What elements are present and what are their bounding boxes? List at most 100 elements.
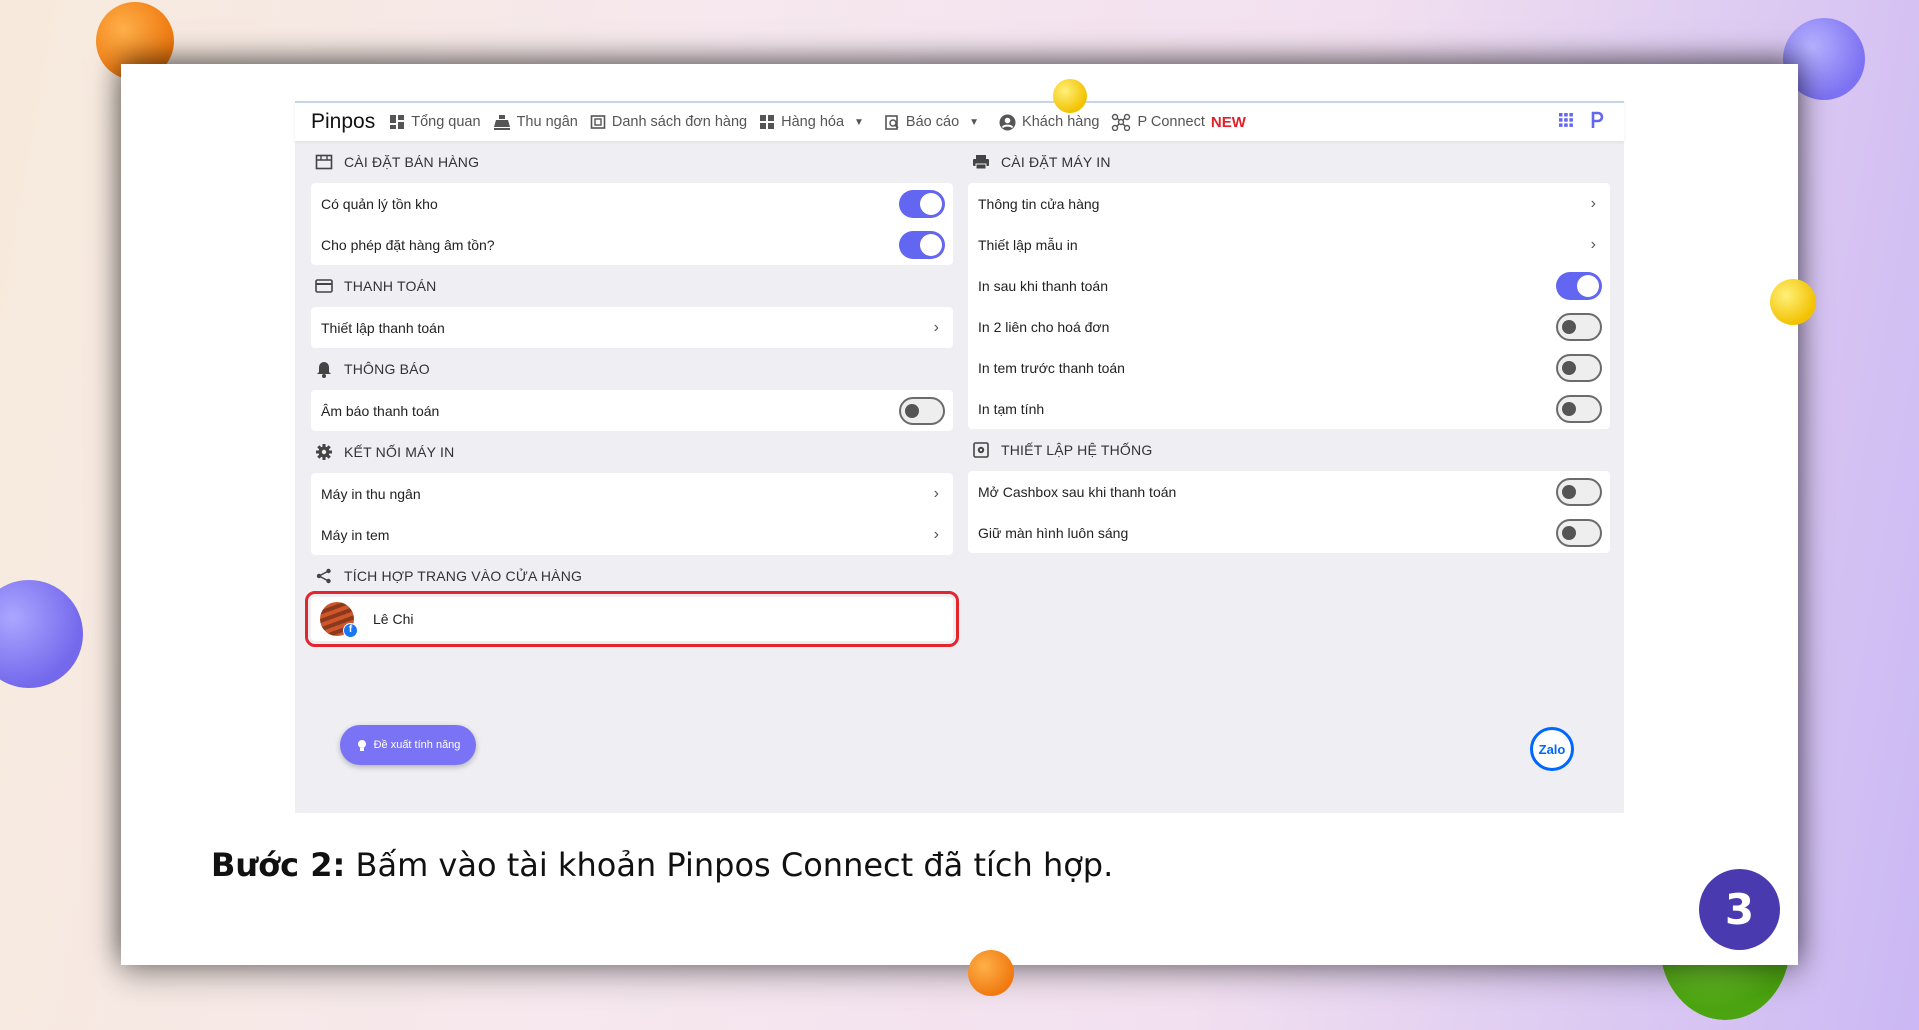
setting-row-print-template[interactable]: Thiết lập mẫu in › xyxy=(968,224,1610,265)
pinpos-logo-icon[interactable] xyxy=(1590,111,1604,129)
inventory-toggle[interactable] xyxy=(899,189,945,218)
nav-cashier-label: Thu ngân xyxy=(516,114,578,130)
setting-row-store-info[interactable]: Thông tin cửa hàng › xyxy=(968,183,1610,224)
nav-products[interactable]: Hàng hóa ▼ xyxy=(759,114,872,130)
chevron-right-icon: › xyxy=(933,525,939,543)
system-settings-icon xyxy=(973,442,989,458)
section-system-settings: THIẾT LẬP HỆ THỐNG xyxy=(968,429,1610,471)
payment-card: Thiết lập thanh toán › xyxy=(311,307,953,348)
setting-row-keep-screen-on[interactable]: Giữ màn hình luôn sáng xyxy=(968,512,1610,553)
pinpos-app: Pinpos Tổng quan Thu ngân Danh sách đơn … xyxy=(295,101,1624,813)
printer-settings-card: Thông tin cửa hàng › Thiết lập mẫu in › In… xyxy=(968,183,1610,429)
setting-label: In 2 liên cho hoá đơn xyxy=(978,318,1110,335)
feature-suggestion-button[interactable]: Đề xuất tính năng xyxy=(340,725,476,765)
setting-row-two-copies[interactable]: In 2 liên cho hoá đơn xyxy=(968,306,1610,347)
section-title: THÔNG BÁO xyxy=(344,361,430,377)
payment-sound-toggle[interactable] xyxy=(899,396,945,425)
setting-row-inventory[interactable]: Có quản lý tồn kho xyxy=(311,183,953,224)
nav-products-label: Hàng hóa xyxy=(781,114,845,130)
left-column: CÀI ĐẶT BÁN HÀNG Có quản lý tồn kho Cho … xyxy=(305,141,959,647)
nav-orders[interactable]: Danh sách đơn hàng xyxy=(590,114,747,130)
negative-stock-toggle[interactable] xyxy=(899,230,945,259)
step-label: Bước 2: xyxy=(211,846,346,884)
cashier-icon xyxy=(493,115,510,130)
share-icon xyxy=(316,568,331,584)
page-number-badge: 3 xyxy=(1699,869,1780,950)
slide-card: Pinpos Tổng quan Thu ngân Danh sách đơn … xyxy=(121,64,1798,965)
nav-overview[interactable]: Tổng quan xyxy=(389,114,481,130)
setting-label: In tạm tính xyxy=(978,400,1045,417)
section-title: CÀI ĐẶT BÁN HÀNG xyxy=(344,154,480,170)
notifications-card: Âm báo thanh toán xyxy=(311,390,953,431)
feature-suggestion-label: Đề xuất tính năng xyxy=(373,739,461,751)
setting-label: Máy in tem xyxy=(321,526,390,543)
section-title: KẾT NỐI MÁY IN xyxy=(344,444,455,460)
sales-settings-card: Có quản lý tồn kho Cho phép đặt hàng âm … xyxy=(311,183,953,265)
open-cashbox-toggle[interactable] xyxy=(1556,477,1602,506)
chevron-right-icon: › xyxy=(933,484,939,502)
setting-label: In sau khi thanh toán xyxy=(978,277,1108,294)
setting-label: Mở Cashbox sau khi thanh toán xyxy=(978,483,1177,500)
nav-overview-label: Tổng quan xyxy=(411,114,481,130)
nav-pconnect[interactable]: P Connect NEW xyxy=(1111,113,1246,131)
nav-orders-label: Danh sách đơn hàng xyxy=(611,114,748,130)
new-badge: NEW xyxy=(1210,113,1246,131)
keep-screen-on-toggle[interactable] xyxy=(1556,518,1602,547)
step-text: Bấm vào tài khoản Pinpos Connect đã tích… xyxy=(345,846,1114,884)
setting-row-cashier-printer[interactable]: Máy in thu ngân › xyxy=(311,473,953,514)
nav-customers-label: Khách hàng xyxy=(1022,114,1100,130)
chevron-right-icon: › xyxy=(1590,194,1596,212)
setting-label: Có quản lý tồn kho xyxy=(321,195,438,212)
chevron-down-icon: ▼ xyxy=(854,116,864,128)
zalo-chat-button[interactable]: Zalo xyxy=(1530,727,1574,771)
setting-label: Thiết lập thanh toán xyxy=(321,319,445,336)
avatar: f xyxy=(320,602,358,638)
account-name: Lê Chi xyxy=(373,611,414,627)
setting-row-open-cashbox[interactable]: Mở Cashbox sau khi thanh toán xyxy=(968,471,1610,512)
print-after-pay-toggle[interactable] xyxy=(1556,271,1602,300)
setting-label: Máy in thu ngân xyxy=(321,485,421,502)
setting-row-draft-print[interactable]: In tạm tính xyxy=(968,388,1610,429)
brand-logo[interactable]: Pinpos xyxy=(311,110,375,134)
two-copies-toggle[interactable] xyxy=(1556,312,1602,341)
setting-row-payment-sound[interactable]: Âm báo thanh toán xyxy=(311,390,953,431)
apps-grid-icon[interactable] xyxy=(1558,112,1574,128)
zalo-label: Zalo xyxy=(1538,741,1566,757)
gear-icon xyxy=(316,444,332,460)
section-title: THIẾT LẬP HỆ THỐNG xyxy=(1001,442,1153,458)
nav-pconnect-label: P Connect xyxy=(1137,114,1205,130)
label-before-pay-toggle[interactable] xyxy=(1556,353,1602,382)
setting-row-print-after-pay[interactable]: In sau khi thanh toán xyxy=(968,265,1610,306)
printer-icon xyxy=(973,155,989,170)
nav-cashier[interactable]: Thu ngân xyxy=(493,114,578,130)
right-column: CÀI ĐẶT MÁY IN Thông tin cửa hàng › Thiết… xyxy=(968,141,1610,553)
credit-card-icon xyxy=(315,279,333,293)
report-icon xyxy=(885,115,899,130)
section-payment: THANH TOÁN xyxy=(311,265,953,307)
step-caption: Bước 2: Bấm vào tài khoản Pinpos Connect… xyxy=(211,846,1113,884)
chevron-right-icon: › xyxy=(1590,235,1596,253)
section-title: TÍCH HỢP TRANG VÀO CỬA HÀNG xyxy=(344,568,583,584)
decor-ball-purple-left xyxy=(0,580,83,688)
section-integration: TÍCH HỢP TRANG VÀO CỬA HÀNG xyxy=(311,555,953,597)
nav-reports[interactable]: Báo cáo ▼ xyxy=(884,114,987,130)
top-navbar: Pinpos Tổng quan Thu ngân Danh sách đơn … xyxy=(295,101,1624,141)
setting-label: In tem trước thanh toán xyxy=(978,359,1125,376)
decor-ball-orange-bottom xyxy=(968,950,1014,996)
nav-customers[interactable]: Khách hàng xyxy=(999,114,1099,131)
section-title: THANH TOÁN xyxy=(344,278,437,294)
setting-row-label-before-pay[interactable]: In tem trước thanh toán xyxy=(968,347,1610,388)
lightbulb-icon xyxy=(357,740,366,751)
draft-print-toggle[interactable] xyxy=(1556,394,1602,423)
setting-label: Cho phép đặt hàng âm tồn? xyxy=(321,236,495,253)
setting-row-label-printer[interactable]: Máy in tem › xyxy=(311,514,953,555)
page-number: 3 xyxy=(1724,885,1755,934)
setting-row-payment-setup[interactable]: Thiết lập thanh toán › xyxy=(311,307,953,348)
bell-icon xyxy=(317,361,331,378)
integrated-account-card[interactable]: f Lê Chi xyxy=(305,591,959,647)
user-circle-icon xyxy=(999,114,1016,130)
section-sales-settings: CÀI ĐẶT BÁN HÀNG xyxy=(311,141,953,183)
section-notifications: THÔNG BÁO xyxy=(311,348,953,390)
setting-row-negative-stock[interactable]: Cho phép đặt hàng âm tồn? xyxy=(311,224,953,265)
dashboard-icon xyxy=(390,115,405,129)
